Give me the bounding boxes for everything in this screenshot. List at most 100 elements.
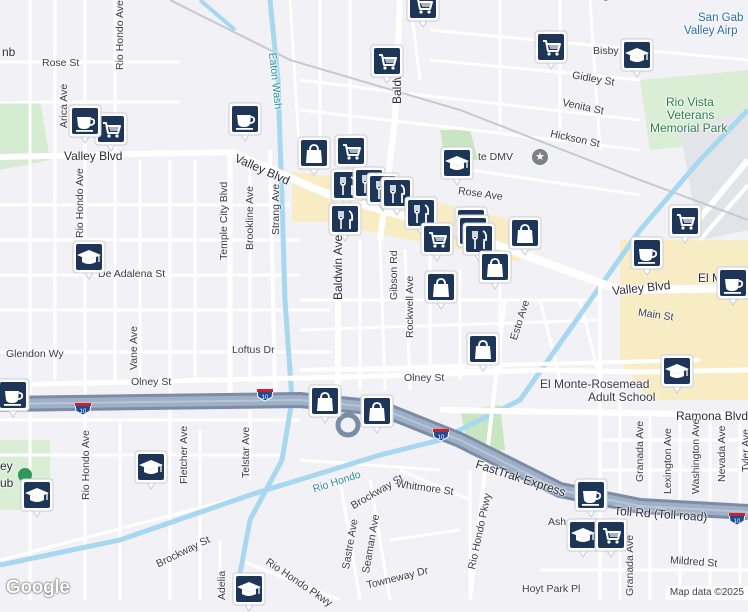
svg-text:10: 10	[262, 395, 269, 401]
street-label: Olney St	[404, 372, 445, 384]
shopping-marker[interactable]	[478, 250, 512, 290]
school-icon	[134, 450, 168, 490]
school-icon	[440, 146, 474, 186]
school-marker[interactable]	[232, 572, 266, 612]
grocery-marker[interactable]	[420, 222, 454, 262]
school-marker[interactable]	[20, 478, 54, 518]
svg-text:10: 10	[80, 409, 87, 415]
place-label: te DMV	[478, 151, 514, 163]
svg-text:10: 10	[438, 435, 445, 441]
google-logo: Google	[6, 577, 70, 598]
cafe-marker[interactable]	[0, 378, 30, 418]
street-label: Strang Ave	[270, 183, 282, 235]
street-label: Rio Hondo Ave	[74, 168, 86, 238]
coffee-icon	[716, 266, 748, 306]
shopping-marker[interactable]	[508, 216, 542, 256]
street-label: Rio Hondo Ave	[80, 430, 92, 500]
airport-label: Valley Airp	[684, 25, 738, 37]
map-canvas[interactable]: 10 10 10 10 Rose St Rio Hondo Ave Arica …	[0, 0, 748, 612]
school-icon	[232, 572, 266, 612]
grocery-icon	[406, 0, 440, 28]
cafe-marker[interactable]	[630, 236, 664, 276]
street-label: Rio Hondo Ave	[114, 0, 126, 70]
interstate-shield-icon: 10	[432, 429, 450, 442]
interstate-shield-icon: 10	[74, 403, 92, 416]
shopping-icon	[424, 270, 458, 310]
grocery-icon	[534, 30, 568, 70]
shopping-marker[interactable]	[360, 394, 394, 434]
shopping-marker[interactable]	[424, 270, 458, 310]
coffee-icon	[574, 478, 608, 518]
school-icon	[660, 354, 694, 394]
street-label: Fletcher Ave	[178, 425, 190, 484]
street-label: Glendon Wy	[6, 348, 64, 360]
coffee-icon	[630, 236, 664, 276]
school-marker[interactable]	[440, 146, 474, 186]
cafe-marker[interactable]	[228, 102, 262, 142]
street-label: Granada Ave	[634, 420, 646, 482]
street-label: Temple City Blvd	[218, 181, 230, 260]
shopping-marker[interactable]	[466, 332, 500, 372]
cafe-marker[interactable]	[574, 478, 608, 518]
street-label: Ramona Blvd	[676, 409, 748, 423]
shopping-icon	[508, 216, 542, 256]
school-icon	[20, 478, 54, 518]
school-marker[interactable]	[72, 240, 106, 280]
street-label: Olney St	[131, 376, 172, 388]
grocery-marker[interactable]	[668, 204, 702, 244]
restaurant-marker[interactable]	[328, 202, 362, 242]
grocery-marker[interactable]	[534, 30, 568, 70]
street-label: Gibson Rd	[388, 250, 400, 300]
street-label: Telstar Ave	[240, 426, 252, 478]
coffee-icon	[0, 378, 30, 418]
school-label: El Monte-Rosemead	[540, 377, 650, 391]
shopping-marker[interactable]	[297, 136, 331, 176]
street-label: Bisby	[593, 45, 619, 57]
svg-text:10: 10	[734, 519, 741, 525]
grocery-marker[interactable]	[594, 518, 628, 558]
grocery-marker[interactable]	[370, 44, 404, 84]
park-label: Memorial Park	[650, 121, 728, 135]
grocery-marker[interactable]	[406, 0, 440, 28]
street-label: Loftus Dr	[232, 344, 275, 356]
place-label: ey	[0, 459, 13, 473]
attribution: Map data ©2025	[665, 586, 748, 600]
street-label: Vane Ave	[128, 326, 140, 370]
street-label: Washington Ave	[690, 418, 702, 494]
street-label: De Adalena St	[98, 268, 166, 280]
street-label: Lexington Ave	[662, 428, 674, 494]
shopping-icon	[360, 394, 394, 434]
school-icon	[620, 38, 654, 78]
school-label: Adult School	[588, 390, 656, 404]
street-label: Tyler Ave	[740, 429, 748, 472]
shopping-marker[interactable]	[308, 384, 342, 424]
restaurant-icon	[328, 202, 362, 242]
place-label: nb	[2, 45, 16, 59]
interstate-shield-icon: 10	[728, 513, 746, 526]
shopping-icon	[297, 136, 331, 176]
school-icon	[72, 240, 106, 280]
shopping-icon	[466, 332, 500, 372]
grocery-icon	[594, 518, 628, 558]
street-label: Rose St	[42, 57, 80, 69]
street-label: Nevada Ave	[716, 425, 728, 482]
interstate-shield-icon: 10	[256, 389, 274, 402]
grocery-icon	[420, 222, 454, 262]
cafe-marker[interactable]	[68, 104, 102, 144]
grocery-icon	[668, 204, 702, 244]
school-marker[interactable]	[660, 354, 694, 394]
coffee-icon	[68, 104, 102, 144]
grocery-icon	[370, 44, 404, 84]
airport-label: San Gab	[698, 12, 744, 24]
shopping-icon	[478, 250, 512, 290]
school-marker[interactable]	[620, 38, 654, 78]
place-label: ub	[0, 476, 14, 490]
street-label: Hoyt Park Pl	[522, 583, 581, 595]
street-label: Rockwell Ave	[404, 275, 416, 338]
coffee-icon	[228, 102, 262, 142]
school-marker[interactable]	[134, 450, 168, 490]
shopping-icon	[308, 384, 342, 424]
street-label: Adelia	[216, 570, 228, 600]
cafe-marker[interactable]	[716, 266, 748, 306]
government-icon: ★	[532, 149, 548, 165]
